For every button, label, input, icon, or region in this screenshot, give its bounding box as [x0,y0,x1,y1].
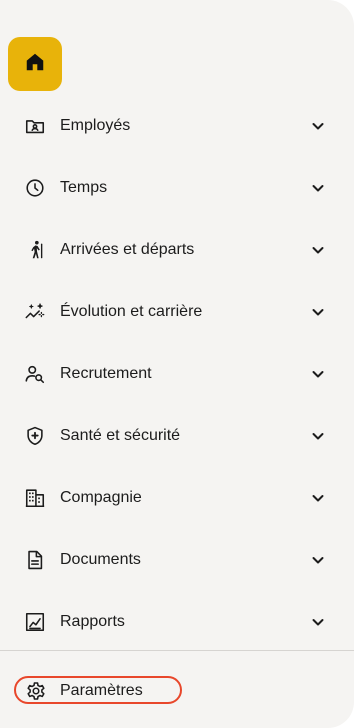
sidebar-item-label: Documents [60,551,141,568]
chart-icon [24,611,46,633]
gear-icon [25,680,47,702]
sidebar-item-label: Recrutement [60,365,152,382]
chevron-down-icon[interactable] [310,304,326,320]
sidebar-item-employes[interactable]: Employés [14,106,330,146]
divider [0,650,354,651]
chevron-down-icon[interactable] [310,614,326,630]
sidebar-item-label: Arrivées et départs [60,241,195,258]
person-walking-icon [24,239,46,261]
chevron-down-icon[interactable] [310,552,326,568]
sidebar-item-label: Employés [60,117,131,134]
sidebar-item-evolution-carriere[interactable]: Évolution et carrière [14,292,330,332]
chevron-down-icon[interactable] [310,242,326,258]
building-icon [24,487,46,509]
clock-icon [24,177,46,199]
sidebar-panel: Employés Temps Arrivées et départs Évolu… [0,0,354,728]
chevron-down-icon[interactable] [310,180,326,196]
person-search-icon [24,363,46,385]
chevron-down-icon[interactable] [310,428,326,444]
chevron-down-icon[interactable] [310,118,326,134]
home-icon [24,51,46,78]
home-button[interactable] [8,37,62,91]
sidebar-item-rapports[interactable]: Rapports [14,602,330,642]
sidebar-item-label: Temps [60,179,108,196]
sidebar-item-parametres[interactable]: Paramètres [14,676,182,704]
user-folder-icon [24,115,46,137]
document-icon [24,549,46,571]
chevron-down-icon[interactable] [310,366,326,382]
sidebar-item-sante-securite[interactable]: Santé et sécurité [14,416,330,456]
sidebar-item-temps[interactable]: Temps [14,168,330,208]
sidebar-item-recrutement[interactable]: Recrutement [14,354,330,394]
sparkle-trend-icon [24,301,46,323]
shield-plus-icon [24,425,46,447]
sidebar-item-arrivees-departs[interactable]: Arrivées et départs [14,230,330,270]
sidebar-item-label: Compagnie [60,489,142,506]
sidebar-item-compagnie[interactable]: Compagnie [14,478,330,518]
sidebar-item-label: Rapports [60,613,125,630]
sidebar-item-label: Paramètres [60,682,143,699]
sidebar-item-label: Évolution et carrière [60,303,203,320]
chevron-down-icon[interactable] [310,490,326,506]
sidebar-item-documents[interactable]: Documents [14,540,330,580]
sidebar-item-label: Santé et sécurité [60,427,181,444]
